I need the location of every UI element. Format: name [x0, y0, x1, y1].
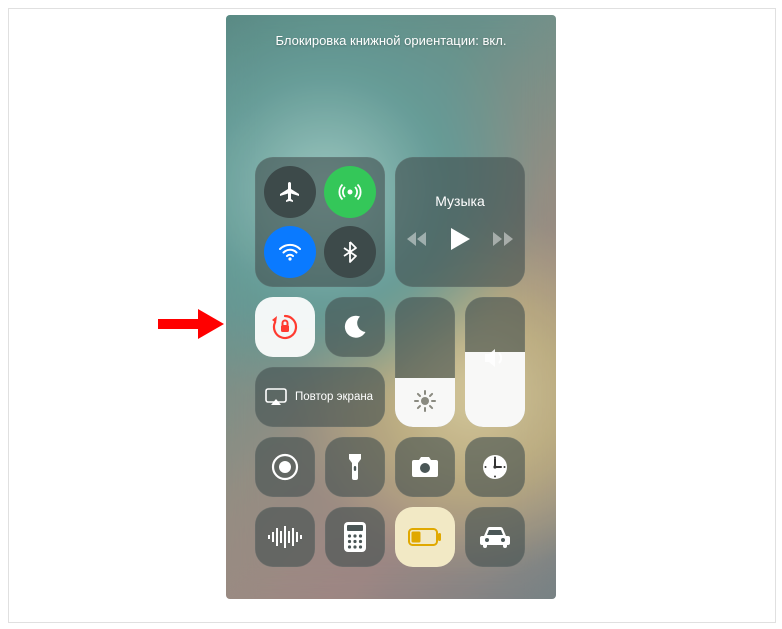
flashlight-icon: [347, 452, 363, 482]
brightness-slider[interactable]: [395, 297, 455, 427]
do-not-disturb-button[interactable]: [325, 297, 385, 357]
hearing-button[interactable]: [255, 507, 315, 567]
connectivity-module[interactable]: [255, 157, 385, 287]
camera-button[interactable]: [395, 437, 455, 497]
annotation-arrow: [158, 309, 224, 339]
volume-icon: [483, 347, 507, 369]
timer-button[interactable]: [465, 437, 525, 497]
status-toast: Блокировка книжной ориентации: вкл.: [226, 33, 556, 48]
previous-track-button[interactable]: [407, 231, 427, 247]
orientation-lock-button[interactable]: [255, 297, 315, 357]
clock-icon: [480, 452, 510, 482]
wifi-icon: [277, 239, 303, 265]
carplay-button[interactable]: [465, 507, 525, 567]
camera-icon: [410, 455, 440, 479]
bluetooth-button[interactable]: [324, 226, 376, 278]
screen-mirroring-label: Повтор экрана: [295, 391, 373, 403]
next-track-button[interactable]: [493, 231, 513, 247]
waveform-icon: [267, 526, 303, 548]
flashlight-button[interactable]: [325, 437, 385, 497]
cellular-icon: [337, 179, 363, 205]
airplane-mode-button[interactable]: [264, 166, 316, 218]
calculator-button[interactable]: [325, 507, 385, 567]
play-button[interactable]: [449, 227, 471, 251]
bluetooth-icon: [338, 240, 362, 264]
media-controls: [407, 227, 513, 251]
wifi-button[interactable]: [264, 226, 316, 278]
calculator-icon: [344, 522, 366, 552]
battery-icon: [408, 528, 442, 546]
orientation-lock-icon: [269, 311, 301, 343]
control-center: Музыка: [255, 157, 527, 577]
low-power-mode-button[interactable]: [395, 507, 455, 567]
screen-record-button[interactable]: [255, 437, 315, 497]
moon-icon: [342, 314, 368, 340]
media-title: Музыка: [435, 193, 485, 209]
record-icon: [270, 452, 300, 482]
car-icon: [479, 526, 511, 548]
brightness-icon: [413, 389, 437, 413]
media-module[interactable]: Музыка: [395, 157, 525, 287]
screen-mirroring-button[interactable]: Повтор экрана: [255, 367, 385, 427]
volume-slider[interactable]: [465, 297, 525, 427]
cellular-data-button[interactable]: [324, 166, 376, 218]
airplane-icon: [278, 180, 302, 204]
airplay-icon: [265, 388, 287, 406]
phone-screen: Блокировка книжной ориентации: вкл. Муз: [226, 15, 556, 599]
